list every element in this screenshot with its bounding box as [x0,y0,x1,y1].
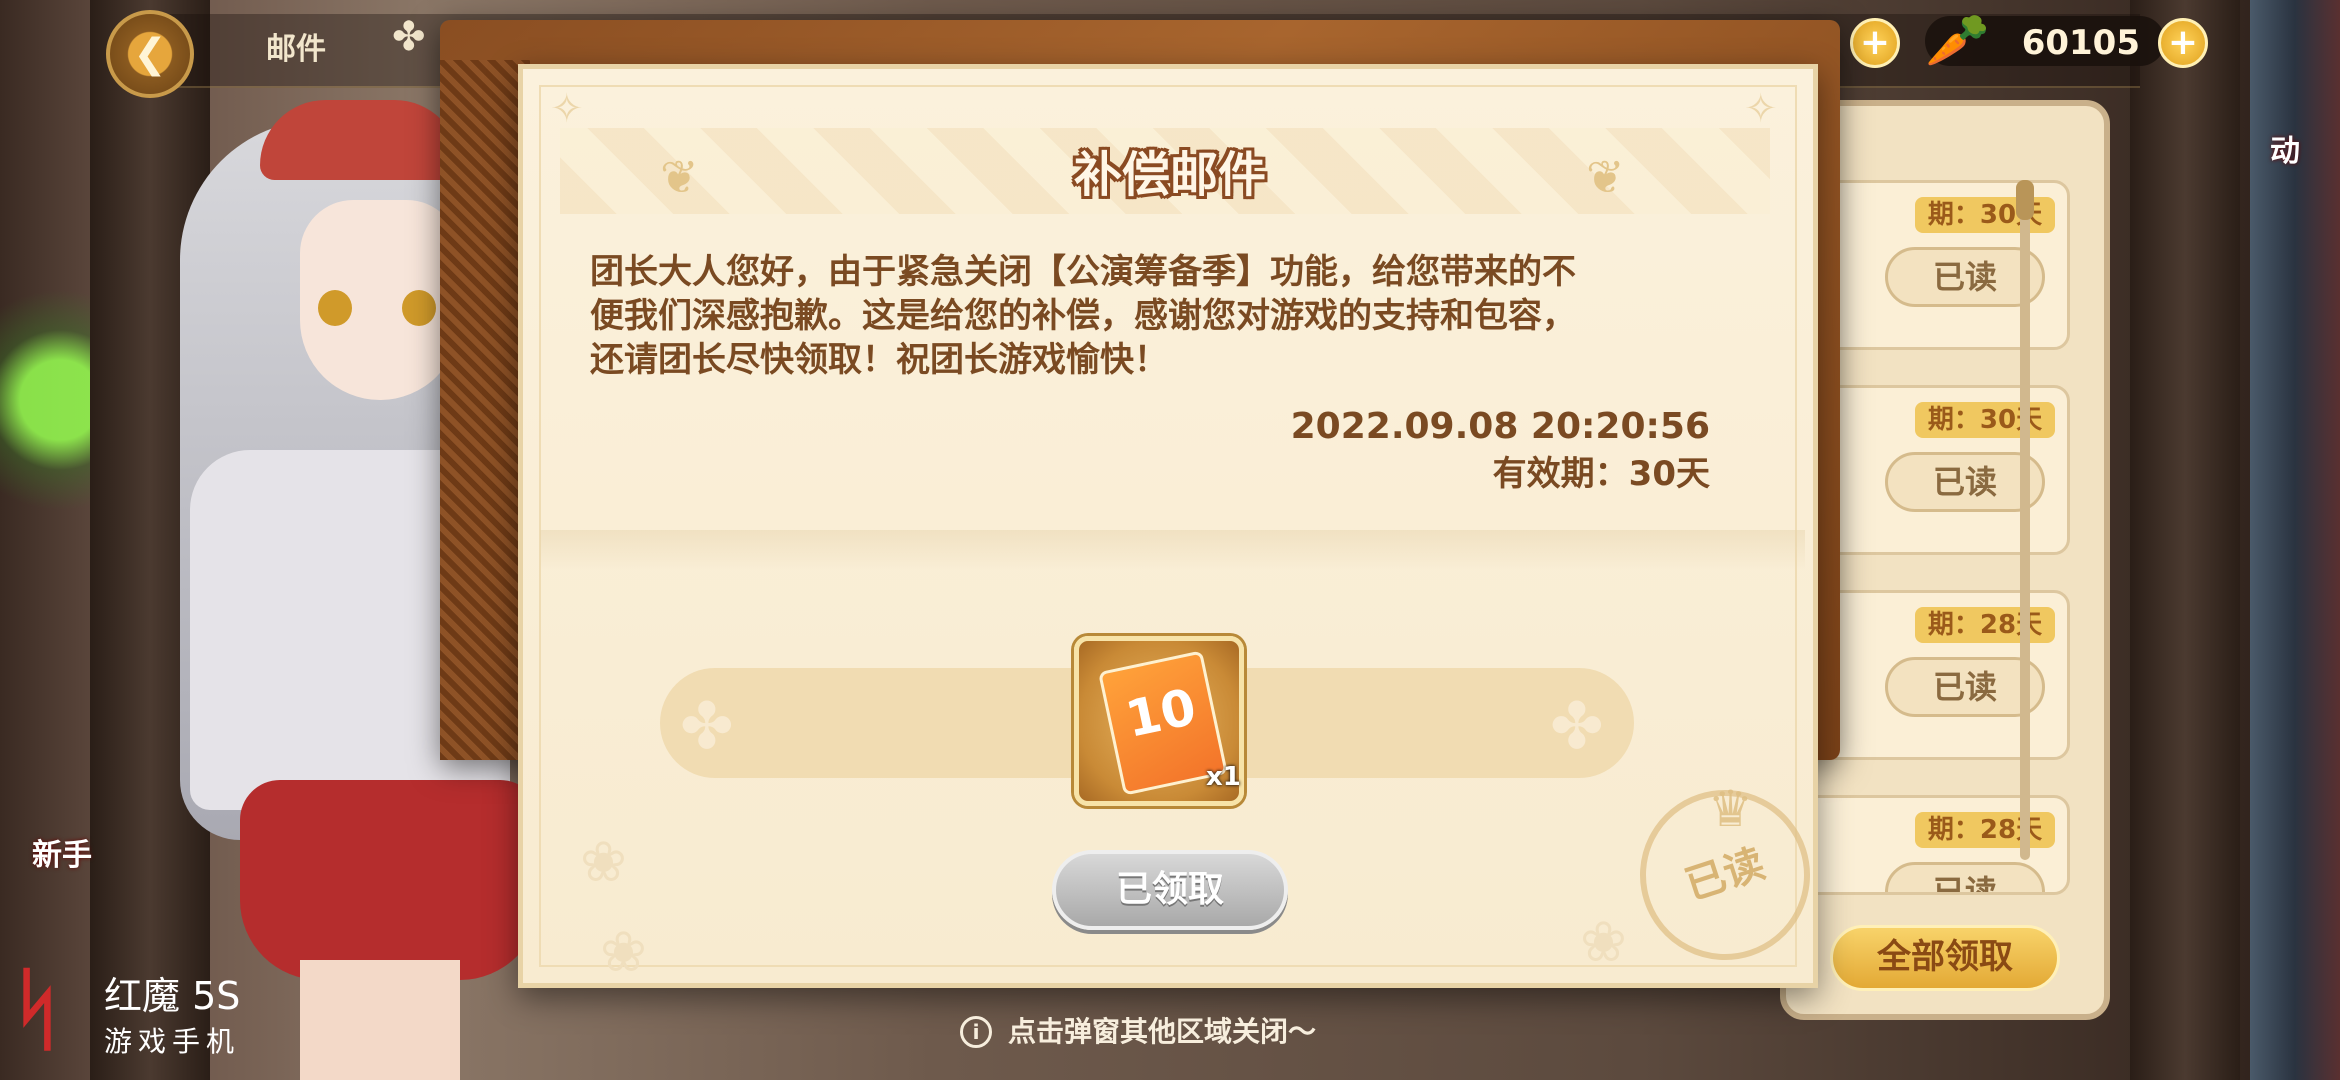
character-skirt [240,780,540,980]
back-button[interactable]: ❮ [106,10,194,98]
scrollbar-thumb[interactable] [2016,180,2034,220]
board-pattern [440,60,530,760]
character-hat [260,100,460,180]
reward-quantity: x1 [1206,762,1241,792]
plus-icon: + [1859,22,1891,63]
mail-body: 团长大人您好，由于紧急关闭【公演筹备季】功能，给您带来的不 便我们深感抱歉。这是… [590,250,1730,382]
mail-validity: 有效期：30天 [1492,454,1710,494]
left-side-label[interactable]: 新手 [32,830,92,874]
item-validity-badge: 期：28天 [1915,812,2055,848]
character-eye [318,290,352,326]
mail-title: 补偿邮件 [1073,147,1266,203]
item-validity-badge: 期：28天 [1915,607,2055,643]
claim-all-button[interactable]: 全部领取 [1830,925,2060,991]
mail-body-line: 团长大人您好，由于紧急关闭【公演筹备季】功能，给您带来的不 [590,252,1576,292]
mail-list-scrollbar[interactable] [2020,180,2030,860]
item-validity-badge: 期：30天 [1915,197,2055,233]
right-side-label[interactable]: 动 [2270,126,2300,170]
item-read-status: 已读 [1885,862,2045,892]
currency-value: 60105 [2021,23,2140,63]
character-leg [300,960,460,1080]
item-validity-badge: 期：30天 [1915,402,2055,438]
watermark-brand: 红魔 5S [104,974,241,1018]
corner-ornament-icon: ✧ [1744,86,1778,132]
add-currency-button[interactable]: + [2158,18,2208,68]
claimed-button[interactable]: 已领取 [1052,850,1288,930]
letter-fold [540,530,1805,570]
flourish-right-icon: ❦ [1586,150,1625,204]
clover-decoration-icon: ✤ [1550,690,1604,764]
mail-body-line: 还请团长尽快领取！祝团长游戏愉快！ [590,340,1168,380]
mail-datetime: 2022.09.08 20:20:56 [1290,406,1710,447]
plus-icon: + [2167,22,2199,63]
character-eye [402,290,436,326]
right-frame-bar [2130,0,2240,1080]
redmagic-logo-icon: ᛋ [10,957,64,1062]
flourish-left-icon: ❦ [660,150,699,204]
floral-decoration-icon: ❀ [1580,910,1627,975]
letter-inner-border [539,85,1797,967]
floral-decoration-icon: ❀ [600,920,647,985]
clover-icon: ✤ [392,14,426,60]
clover-decoration-icon: ✤ [680,690,734,764]
back-arrow-icon: ❮ [133,31,167,77]
carrot-icon: 🥕 [1925,11,1990,71]
mail-body-line: 便我们深感抱歉。这是给您的补偿，感谢您对游戏的支持和包容， [590,296,1576,336]
watermark-subtitle: 游戏手机 [104,1025,241,1058]
floral-decoration-icon: ❀ [580,830,627,895]
add-resource-button[interactable]: + [1850,18,1900,68]
corner-ornament-icon: ✧ [550,86,584,132]
close-hint: 点击弹窗其他区域关闭～ [1008,1015,1317,1048]
